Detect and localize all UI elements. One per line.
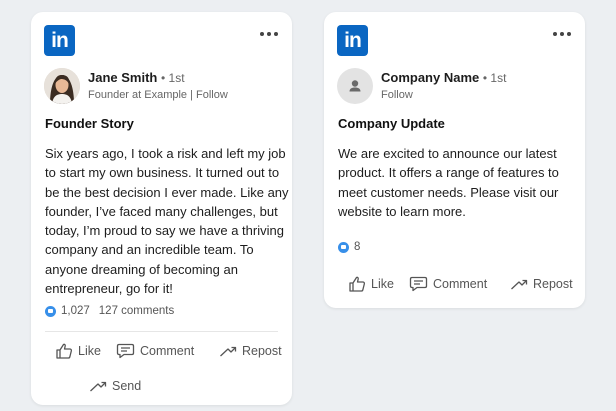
post-body: We are excited to announce our latest pr… [338, 146, 559, 219]
comment-icon [116, 343, 135, 359]
divider [45, 331, 278, 332]
comment-button[interactable]: Comment [116, 343, 194, 359]
comment-label: Comment [140, 344, 195, 358]
like-label: Like [78, 344, 101, 358]
like-reaction-icon [45, 305, 56, 317]
send-icon [90, 381, 107, 392]
post-title: Company Update [338, 116, 445, 131]
like-reaction-icon [338, 241, 349, 253]
repost-label: Repost [242, 344, 282, 358]
author-name-text[interactable]: Jane Smith [88, 70, 157, 85]
post-card-company-update: in Company Name • 1st Follow Company Upd… [324, 12, 585, 308]
comments-count[interactable]: 127 comments [99, 305, 174, 317]
post-title: Founder Story [45, 116, 134, 131]
connection-degree: • 1st [160, 71, 185, 85]
like-button[interactable]: Like [348, 276, 394, 292]
post-body: Six years ago, I took a risk and left my… [45, 146, 289, 297]
author-name[interactable]: Company Name • 1st [381, 70, 506, 85]
connection-degree: • 1st [482, 71, 507, 85]
reactions-summary[interactable]: 1,027 127 comments [45, 305, 174, 317]
person-icon [349, 80, 361, 92]
thumbs-up-icon [56, 343, 73, 359]
avatar[interactable] [337, 68, 373, 104]
repost-icon [220, 346, 237, 357]
author-name[interactable]: Jane Smith • 1st [88, 70, 185, 85]
avatar[interactable] [44, 68, 80, 104]
comment-label: Comment [433, 277, 488, 291]
like-button[interactable]: Like [55, 343, 101, 359]
repost-button[interactable]: Repost [510, 276, 573, 292]
more-options-icon[interactable] [553, 32, 571, 38]
author-subtitle: Founder at Example | Follow [88, 89, 228, 101]
send-label: Send [112, 379, 142, 393]
reactions-count[interactable]: 8 [354, 241, 360, 253]
author-name-text[interactable]: Company Name [381, 70, 479, 85]
post-card-founder-story: in Jane Smith • 1st Founder at Example |… [31, 12, 292, 405]
linkedin-logo-icon: in [44, 25, 75, 56]
follow-link[interactable]: Follow [381, 89, 413, 101]
thumbs-up-icon [349, 276, 366, 292]
repost-button[interactable]: Repost [219, 343, 282, 359]
like-label: Like [371, 277, 394, 291]
reactions-count[interactable]: 1,027 [61, 305, 90, 317]
comment-icon [409, 276, 428, 292]
comment-button[interactable]: Comment [409, 276, 487, 292]
repost-icon [511, 279, 528, 290]
reactions-summary[interactable]: 8 [338, 241, 360, 253]
more-options-icon[interactable] [260, 32, 278, 38]
send-button[interactable]: Send [89, 378, 141, 394]
linkedin-logo-icon: in [337, 25, 368, 56]
repost-label: Repost [533, 277, 573, 291]
